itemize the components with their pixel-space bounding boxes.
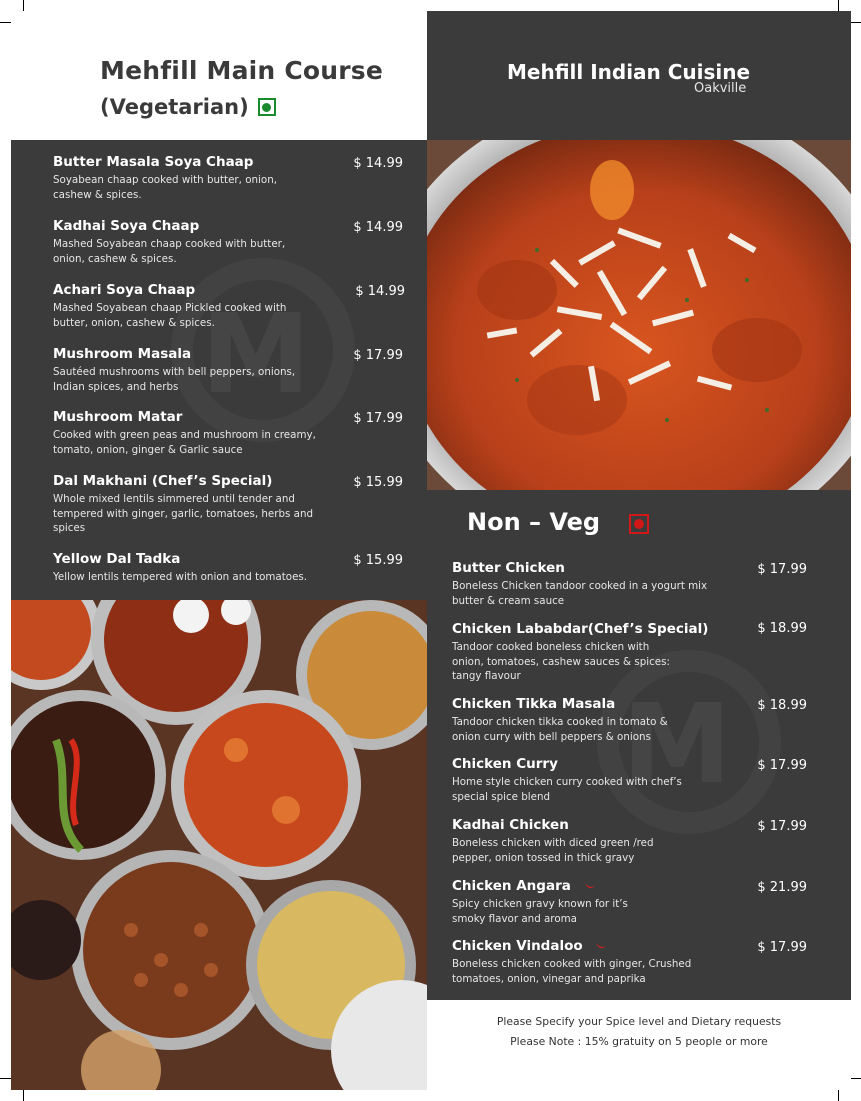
crop-mark — [0, 22, 11, 23]
item-name: Butter Chicken — [452, 560, 565, 576]
chili-pepper-icon — [584, 883, 595, 889]
section-subtitle: (Vegetarian) — [100, 95, 249, 119]
crop-mark — [838, 0, 839, 11]
item-description: Soyabean chaap cooked with butter, onion… — [53, 174, 277, 201]
item-description: Cooked with green peas and mushroom in c… — [53, 429, 316, 456]
item-price: $ 17.99 — [757, 940, 807, 955]
nonveg-symbol-icon — [629, 514, 649, 534]
item-description: Home style chicken curry cooked with che… — [452, 776, 682, 803]
vegetarian-menu-panel: M Butter Masala Soya Chaap $ 14.99 Soyab… — [11, 140, 427, 600]
crop-mark — [851, 22, 861, 23]
item-description: Boneless chicken with diced green /red p… — [452, 837, 654, 864]
menu-item: Butter Chicken $ 17.99 Boneless Chicken … — [452, 560, 807, 608]
nonveg-menu-panel: M Non – Veg Butter Chicken $ 17.99 Bonel… — [427, 490, 851, 1000]
nonveg-title: Non – Veg — [467, 508, 601, 536]
menu-item: Butter Masala Soya Chaap $ 14.99 Soyabea… — [53, 154, 403, 202]
item-price: $ 14.99 — [353, 156, 403, 171]
item-description: Sautéed mushrooms with bell peppers, oni… — [53, 366, 296, 393]
item-name: Chicken Lababdar(Chef’s Special) — [452, 621, 709, 637]
restaurant-location: Oakville — [694, 81, 747, 96]
item-name: Mushroom Masala — [53, 346, 192, 362]
item-name: Mushroom Matar — [53, 409, 183, 425]
item-price: $ 18.99 — [757, 621, 807, 636]
section-subtitle-row: (Vegetarian) — [100, 95, 383, 119]
menu-notes: Please Specify your Spice level and Diet… — [427, 1012, 851, 1052]
item-name: Chicken Curry — [452, 756, 558, 772]
curry-bowl-illustration — [427, 140, 851, 490]
item-description: Tandoor cooked boneless chicken with oni… — [452, 641, 670, 682]
menu-item: Achari Soya Chaap $ 14.99 Mashed Soyabea… — [53, 282, 405, 330]
menu-item: Kadhai Chicken $ 17.99 Boneless chicken … — [452, 817, 807, 865]
item-price: $ 17.99 — [757, 819, 807, 834]
menu-item: Chicken Angara $ 21.99 Spicy chicken gra… — [452, 878, 807, 926]
food-spread-illustration — [11, 600, 427, 1090]
item-name: Yellow Dal Tadka — [53, 551, 181, 567]
crop-mark — [838, 1090, 839, 1101]
item-price: $ 15.99 — [353, 475, 403, 490]
item-name: Chicken Tikka Masala — [452, 696, 616, 712]
item-description: Yellow lentils tempered with onion and t… — [53, 571, 308, 583]
item-price: $ 17.99 — [757, 562, 807, 577]
menu-item: Mushroom Matar $ 17.99 Cooked with green… — [53, 409, 403, 457]
item-description: Spicy chicken gravy known for it’s smoky… — [452, 898, 628, 925]
item-name-row: Chicken Angara — [452, 878, 807, 894]
chili-pepper-icon — [596, 943, 607, 949]
item-name: Kadhai Chicken — [452, 817, 569, 833]
item-price: $ 14.99 — [355, 284, 405, 299]
item-price: $ 18.99 — [757, 698, 807, 713]
item-price: $ 17.99 — [757, 758, 807, 773]
item-description: Boneless Chicken tandoor cooked in a yog… — [452, 580, 708, 607]
crop-mark — [0, 1078, 11, 1079]
item-name: Chicken Vindaloo — [452, 938, 583, 954]
item-name: Kadhai Soya Chaap — [53, 218, 200, 234]
item-description: Mashed Soyabean chaap Pickled cooked wit… — [53, 302, 287, 329]
item-price: $ 14.99 — [353, 220, 403, 235]
crop-mark — [851, 1078, 861, 1079]
menu-item: Chicken Vindaloo $ 17.99 Boneless chicke… — [452, 938, 807, 986]
item-price: $ 21.99 — [757, 880, 807, 895]
crop-mark — [23, 0, 24, 11]
section-title: Mehfill Main Course — [100, 56, 384, 85]
menu-item: Chicken Lababdar(Chef’s Special) $ 18.99… — [452, 621, 807, 684]
menu-item: Chicken Curry $ 17.99 Home style chicken… — [452, 756, 807, 804]
menu-item: Kadhai Soya Chaap $ 14.99 Mashed Soyabea… — [53, 218, 403, 266]
menu-item: Dal Makhani (Chef’s Special) $ 15.99 Who… — [53, 473, 403, 536]
item-name: Butter Masala Soya Chaap — [53, 154, 254, 170]
spice-level-note: Please Specify your Spice level and Diet… — [496, 1015, 782, 1028]
restaurant-header: Mehfill Indian Cuisine Oakville — [427, 11, 851, 140]
item-description: Whole mixed lentils simmered until tende… — [53, 493, 314, 534]
item-price: $ 17.99 — [353, 348, 403, 363]
menu-item: Mushroom Masala $ 17.99 Sautéed mushroom… — [53, 346, 403, 394]
item-description: Boneless chicken cooked with ginger, Cru… — [452, 958, 692, 985]
item-name: Chicken Angara — [452, 878, 571, 894]
item-name: Achari Soya Chaap — [53, 282, 196, 298]
item-description: Tandoor chicken tikka cooked in tomato &… — [452, 716, 668, 743]
item-price: $ 17.99 — [353, 411, 403, 426]
item-price: $ 15.99 — [353, 553, 403, 568]
item-name-row: Chicken Vindaloo — [452, 938, 807, 954]
section-header-vegetarian: Mehfill Main Course (Vegetarian) — [100, 56, 383, 119]
thali-spread-photo — [11, 600, 427, 1090]
gratuity-note: Please Note : 15% gratuity on 5 people o… — [510, 1035, 768, 1048]
item-description: Mashed Soyabean chaap cooked with butter… — [53, 238, 286, 265]
item-name: Dal Makhani (Chef’s Special) — [53, 473, 273, 489]
butter-chicken-photo — [427, 140, 851, 490]
crop-mark — [23, 1090, 24, 1101]
menu-item: Chicken Tikka Masala $ 18.99 Tandoor chi… — [452, 696, 807, 744]
veg-symbol-icon — [257, 98, 276, 116]
menu-item: Yellow Dal Tadka $ 15.99 Yellow lentils … — [53, 551, 403, 585]
